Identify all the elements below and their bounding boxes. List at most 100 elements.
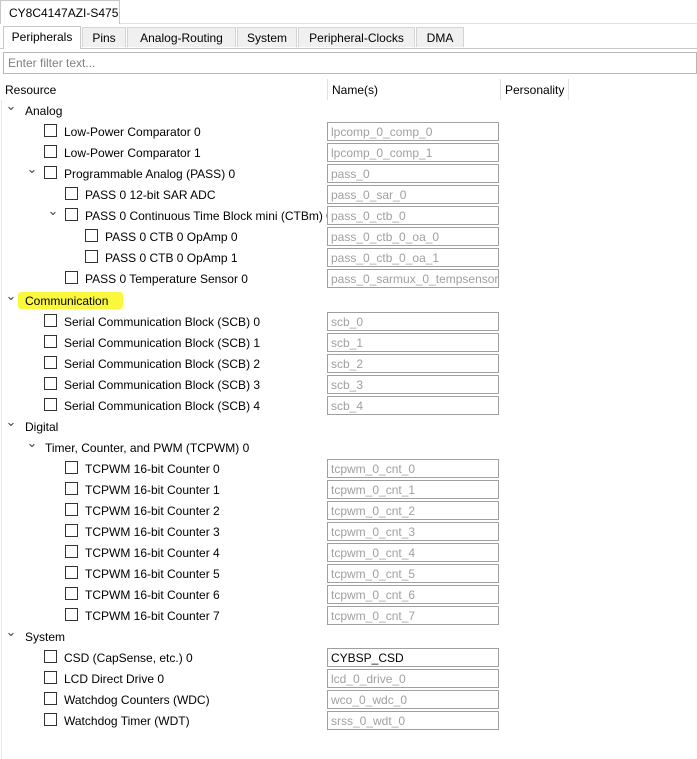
tree-item-row[interactable]: PASS 0 12-bit SAR ADC pass_0_sar_0 [0,184,697,205]
tree-item-row[interactable]: TCPWM 16-bit Counter 1 tcpwm_0_cnt_1 [0,479,697,500]
expand-chevron-icon[interactable]: ⌄ [26,436,38,449]
tree-item-row[interactable]: ⌄ PASS 0 Continuous Time Block mini (CTBm… [0,204,697,226]
resource-name-field[interactable]: tcpwm_0_cnt_0 [327,459,499,478]
resource-checkbox[interactable] [44,713,57,726]
resource-name-field[interactable]: tcpwm_0_cnt_4 [327,543,499,562]
tree-item-row[interactable]: TCPWM 16-bit Counter 4 tcpwm_0_cnt_4 [0,542,697,563]
resource-checkbox[interactable] [44,398,57,411]
filter-input[interactable] [3,52,697,74]
tree-item-row[interactable]: LCD Direct Drive 0 lcd_0_drive_0 [0,668,697,689]
tab-analog-routing[interactable]: Analog-Routing [127,27,236,47]
tree-item-row[interactable]: Serial Communication Block (SCB) 2 scb_2 [0,353,697,374]
tree-item-row[interactable]: TCPWM 16-bit Counter 5 tcpwm_0_cnt_5 [0,563,697,584]
resource-name-field[interactable]: tcpwm_0_cnt_7 [327,606,499,625]
tree-item-row[interactable]: TCPWM 16-bit Counter 6 tcpwm_0_cnt_6 [0,584,697,605]
resource-checkbox[interactable] [85,229,98,242]
resource-checkbox[interactable] [65,608,78,621]
resource-checkbox[interactable] [44,124,57,137]
expand-chevron-icon[interactable]: ⌄ [5,625,17,638]
column-divider[interactable] [568,79,569,100]
resource-name-field[interactable]: pass_0_ctb_0_oa_0 [327,227,499,246]
tree-item-row[interactable]: PASS 0 CTB 0 OpAmp 0 pass_0_ctb_0_oa_0 [0,226,697,247]
tree-item-row[interactable]: Serial Communication Block (SCB) 4 scb_4 [0,395,697,416]
resource-checkbox[interactable] [65,187,78,200]
resource-name-field[interactable]: scb_2 [327,354,499,373]
expand-chevron-icon[interactable]: ⌄ [47,204,59,217]
tree-item-row[interactable]: Watchdog Timer (WDT) srss_0_wdt_0 [0,710,697,731]
resource-name-field[interactable]: scb_0 [327,312,499,331]
tree-group-row[interactable]: ⌄ Digital [0,415,697,437]
tab-system[interactable]: System [237,27,297,47]
tab-dma[interactable]: DMA [416,27,464,47]
resource-name-field[interactable]: CYBSP_CSD [327,648,499,667]
tree-item-row[interactable]: TCPWM 16-bit Counter 3 tcpwm_0_cnt_3 [0,521,697,542]
resource-checkbox[interactable] [44,650,57,663]
tree-item-row[interactable]: Watchdog Counters (WDC) wco_0_wdc_0 [0,689,697,710]
expand-chevron-icon[interactable]: ⌄ [5,99,17,112]
resource-checkbox[interactable] [44,145,57,158]
tree-item-row[interactable]: Low-Power Comparator 0 lpcomp_0_comp_0 [0,121,697,142]
resource-checkbox[interactable] [44,335,57,348]
resource-checkbox[interactable] [65,461,78,474]
tree-item-row[interactable]: TCPWM 16-bit Counter 7 tcpwm_0_cnt_7 [0,605,697,626]
expand-chevron-icon[interactable]: ⌄ [26,162,38,175]
resource-label: CSD (CapSense, etc.) 0 [64,651,193,665]
tree-item-row[interactable]: Low-Power Comparator 1 lpcomp_0_comp_1 [0,142,697,163]
resource-name-field[interactable]: tcpwm_0_cnt_5 [327,564,499,583]
resource-checkbox[interactable] [44,692,57,705]
tree-item-row[interactable]: Serial Communication Block (SCB) 0 scb_0 [0,311,697,332]
resource-name-field[interactable]: wco_0_wdc_0 [327,690,499,709]
resource-checkbox[interactable] [65,482,78,495]
tree-item-row[interactable]: PASS 0 Temperature Sensor 0 pass_0_sarmux… [0,268,697,289]
tab-peripheral-clocks[interactable]: Peripheral-Clocks [298,27,415,47]
resource-checkbox[interactable] [65,524,78,537]
column-personality[interactable]: Personality [500,79,568,100]
resource-name-field[interactable]: tcpwm_0_cnt_3 [327,522,499,541]
tree-item-row[interactable]: CSD (CapSense, etc.) 0 CYBSP_CSD [0,647,697,668]
resource-checkbox[interactable] [44,166,57,179]
tab-peripherals[interactable]: Peripherals [3,26,81,49]
tree-item-row[interactable]: TCPWM 16-bit Counter 2 tcpwm_0_cnt_2 [0,500,697,521]
resource-name-field[interactable]: lpcomp_0_comp_0 [327,122,499,141]
resource-checkbox[interactable] [44,671,57,684]
resource-name-field[interactable]: tcpwm_0_cnt_1 [327,480,499,499]
device-tab[interactable]: CY8C4147AZI-S475 [0,0,120,24]
resource-checkbox[interactable] [44,356,57,369]
tree-item-row[interactable]: ⌄ Programmable Analog (PASS) 0 pass_0 [0,162,697,184]
tree-item-row[interactable]: TCPWM 16-bit Counter 0 tcpwm_0_cnt_0 [0,458,697,479]
tree-item-row[interactable]: Serial Communication Block (SCB) 3 scb_3 [0,374,697,395]
resource-checkbox[interactable] [65,503,78,516]
resource-name-field[interactable]: scb_3 [327,375,499,394]
resource-checkbox[interactable] [65,566,78,579]
resource-checkbox[interactable] [44,377,57,390]
tree-group-row[interactable]: ⌄ System [0,625,697,647]
resource-checkbox[interactable] [44,314,57,327]
resource-name-field[interactable]: pass_0_ctb_0_oa_1 [327,248,499,267]
resource-name-field[interactable]: tcpwm_0_cnt_2 [327,501,499,520]
tree-item-row[interactable]: PASS 0 CTB 0 OpAmp 1 pass_0_ctb_0_oa_1 [0,247,697,268]
tree-item-row[interactable]: Serial Communication Block (SCB) 1 scb_1 [0,332,697,353]
resource-name-field[interactable]: pass_0_sarmux_0_tempsensor_0 [327,269,499,288]
resource-checkbox[interactable] [65,587,78,600]
expand-chevron-icon[interactable]: ⌄ [5,415,17,428]
resource-name-field[interactable]: pass_0 [327,164,499,183]
resource-name-field[interactable]: lcd_0_drive_0 [327,669,499,688]
column-names[interactable]: Name(s) [327,79,500,100]
resource-name-field[interactable]: tcpwm_0_cnt_6 [327,585,499,604]
resource-checkbox[interactable] [85,250,98,263]
expand-chevron-icon[interactable]: ⌄ [5,289,17,302]
resource-checkbox[interactable] [65,271,78,284]
resource-name-field[interactable]: srss_0_wdt_0 [327,711,499,730]
resource-checkbox[interactable] [65,545,78,558]
resource-name-field[interactable]: pass_0_ctb_0 [327,206,499,225]
resource-name-field[interactable]: pass_0_sar_0 [327,185,499,204]
tree-group-row[interactable]: ⌄ Analog [0,99,697,121]
tree-group-row[interactable]: ⌄ Timer, Counter, and PWM (TCPWM) 0 [0,436,697,458]
column-resource[interactable]: Resource [0,79,327,100]
tab-pins[interactable]: Pins [82,27,126,47]
tree-group-row[interactable]: ⌄ Communication [0,289,697,311]
resource-name-field[interactable]: scb_1 [327,333,499,352]
resource-name-field[interactable]: lpcomp_0_comp_1 [327,143,499,162]
resource-name-field[interactable]: scb_4 [327,396,499,415]
resource-checkbox[interactable] [65,208,78,221]
